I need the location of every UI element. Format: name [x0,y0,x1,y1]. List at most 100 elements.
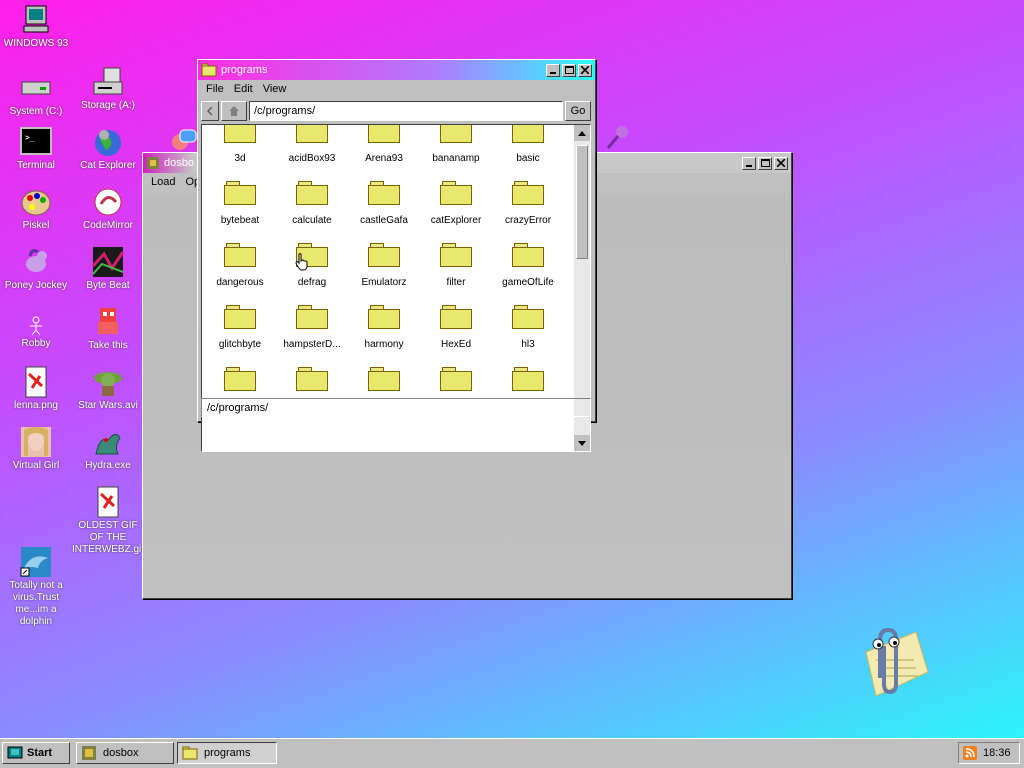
file-item[interactable]: Emulatorz [348,243,420,288]
address-bar: /c/programs/ Go [201,100,591,122]
file-item[interactable] [420,367,492,401]
scroll-thumb[interactable] [576,145,588,259]
address-input[interactable]: /c/programs/ [249,101,563,121]
file-item[interactable]: castleGafa [348,181,420,226]
file-item-label: 3d [234,153,246,164]
file-item[interactable]: calculate [276,181,348,226]
programs-minimize-button[interactable] [546,63,560,77]
paperclip-icon [865,627,929,697]
folder-icon [440,305,472,329]
microphone-icon [602,124,630,155]
desktop-icon-piskel[interactable]: Piskel [0,186,72,232]
file-item[interactable]: bytebeat [204,181,276,226]
file-item-label: bananamp [432,153,480,164]
desktop-icon-storage-a[interactable]: Storage (A:) [72,66,144,112]
desktop-icon-take-this[interactable]: Take this [72,306,144,352]
arrow-up-icon [578,130,586,136]
back-button[interactable] [201,101,219,121]
task-dosbox[interactable]: dosbox [76,742,174,764]
virtual-girl-icon [20,426,52,458]
pony-icon [20,246,52,278]
start-button[interactable]: Start [2,742,70,764]
menu-file[interactable]: File [202,83,228,95]
file-item[interactable]: hampsterD... [276,305,348,350]
file-item[interactable] [492,367,564,401]
programs-title: programs [221,64,268,76]
chat-bubble-icon [170,128,198,155]
file-item[interactable]: basic [492,125,564,164]
file-item-label: Arena93 [365,153,403,164]
folder-icon [296,305,328,329]
desktop-icon-terminal[interactable]: >_ Terminal [0,126,72,172]
file-item[interactable]: acidBox93 [276,125,348,164]
menu-view[interactable]: View [259,83,291,95]
yoda-icon [92,366,124,398]
desktop-icon-star-wars[interactable]: Star Wars.avi [72,366,144,412]
file-item-label: dangerous [216,277,264,288]
folder-icon [224,367,256,391]
file-item[interactable]: Arena93 [348,125,420,164]
hand-cursor-icon [295,253,309,274]
folder-icon [440,243,472,267]
desktop-icon-lenna[interactable]: lenna.png [0,366,72,412]
desktop-icon-virtual-girl[interactable]: Virtual Girl [0,426,72,472]
file-item-label: gameOfLife [502,277,554,288]
status-bar: /c/programs/ [201,398,591,417]
folder-icon [296,125,328,143]
desktop-icon-codemirror[interactable]: CodeMirror [72,186,144,232]
home-button[interactable] [221,101,247,121]
go-button[interactable]: Go [565,101,591,121]
home-icon [229,106,239,116]
programs-close-button[interactable] [578,63,592,77]
folder-icon [512,367,544,391]
file-item[interactable]: gameOfLife [492,243,564,288]
clock: 18:36 [983,747,1011,759]
close-icon [581,66,589,74]
desktop-icon-system-c[interactable]: System (C:) [0,72,72,118]
file-item[interactable] [204,367,276,401]
programs-maximize-button[interactable] [562,63,576,77]
desktop-icon-robby[interactable]: Robby [0,316,72,350]
scroll-down-button[interactable] [574,435,590,451]
desktop-icon-cat-explorer[interactable]: Cat Explorer [72,126,144,172]
folder-icon [224,181,256,205]
dosbox-minimize-button[interactable] [742,156,756,170]
file-item[interactable]: HexEd [420,305,492,350]
folder-icon [368,305,400,329]
start-label: Start [27,747,53,759]
dosbox-close-button[interactable] [774,156,788,170]
clippy-assistant[interactable] [836,622,932,703]
bytebeat-icon [91,246,125,278]
desktop-icon-hydra[interactable]: Hydra.exe [72,426,144,472]
arrow-down-icon [578,440,586,446]
file-item[interactable]: harmony [348,305,420,350]
minimize-icon [550,72,556,74]
file-item[interactable]: catExplorer [420,181,492,226]
file-item[interactable]: defrag [276,243,348,288]
programs-titlebar[interactable]: programs [198,60,595,80]
file-item-label: Emulatorz [361,277,407,288]
dosbox-icon [146,156,160,170]
dosbox-maximize-button[interactable] [758,156,772,170]
desktop-icon-oldest-gif[interactable]: OLDEST GIF OF THE INTERWEBZ.gif [72,486,144,556]
desktop-icon-dolphin[interactable]: Totally not a virus.Trust me...im a dolp… [0,546,72,628]
file-item[interactable]: 3d [204,125,276,164]
scroll-up-button[interactable] [574,125,590,141]
rss-icon[interactable] [963,746,977,760]
file-item[interactable]: dangerous [204,243,276,288]
file-item[interactable] [276,367,348,401]
desktop-icon-poney-jockey[interactable]: Poney Jockey [0,246,72,292]
file-item[interactable]: bananamp [420,125,492,164]
folder-icon [440,181,472,205]
task-programs[interactable]: programs [177,742,277,764]
file-item[interactable] [348,367,420,401]
dosbox-menu-load[interactable]: Load [147,176,179,188]
programs-window[interactable]: programs File Edit View /c/programs/ Go … [197,59,596,452]
file-item[interactable]: glitchbyte [204,305,276,350]
file-item[interactable]: filter [420,243,492,288]
file-item[interactable]: crazyError [492,181,564,226]
menu-edit[interactable]: Edit [230,83,257,95]
desktop-icon-byte-beat[interactable]: Byte Beat [72,246,144,292]
desktop-icon-windows93[interactable]: WINDOWS 93 [0,4,72,50]
file-item[interactable]: hl3 [492,305,564,350]
